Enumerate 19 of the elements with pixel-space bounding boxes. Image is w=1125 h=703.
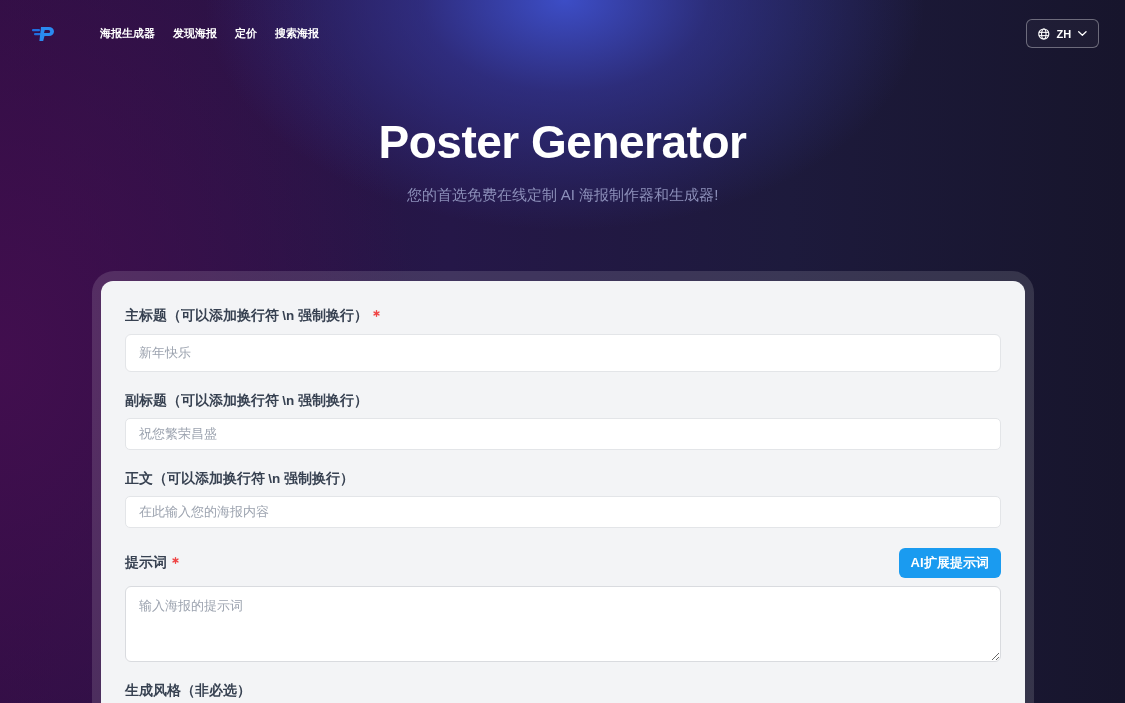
text-input[interactable]: 新年快乐 — [124, 334, 1001, 372]
logo-icon[interactable] — [32, 25, 56, 42]
field-label: 副标题（可以添加换行符 \n 强制换行） — [124, 392, 368, 410]
page-subtitle: 您的首选免费在线定制 AI 海报制作器和生成器! — [405, 185, 720, 205]
field-label: 提示词 — [124, 554, 167, 572]
field-label: 主标题（可以添加换行符 \n 强制换行） — [124, 307, 368, 325]
page-title: Poster Generator — [377, 115, 748, 170]
nav-link[interactable]: 发现海报 — [173, 26, 217, 41]
nav-link[interactable]: 海报生成器 — [100, 26, 155, 41]
globe-icon — [1038, 27, 1050, 40]
prompt-textarea[interactable]: 输入海报的提示词 — [124, 586, 1001, 662]
chevron-down-icon — [1078, 31, 1087, 36]
language-selector[interactable]: ZH — [1026, 19, 1099, 48]
text-input[interactable]: 在此输入您的海报内容 — [124, 496, 1001, 528]
nav-link[interactable]: 搜索海报 — [275, 26, 319, 41]
field-label: 正文（可以添加换行符 \n 强制换行） — [124, 470, 354, 488]
nav-link[interactable]: 定价 — [235, 26, 257, 41]
text-input[interactable]: 祝您繁荣昌盛 — [124, 418, 1001, 450]
field-label: 生成风格（非必选） — [124, 682, 251, 700]
